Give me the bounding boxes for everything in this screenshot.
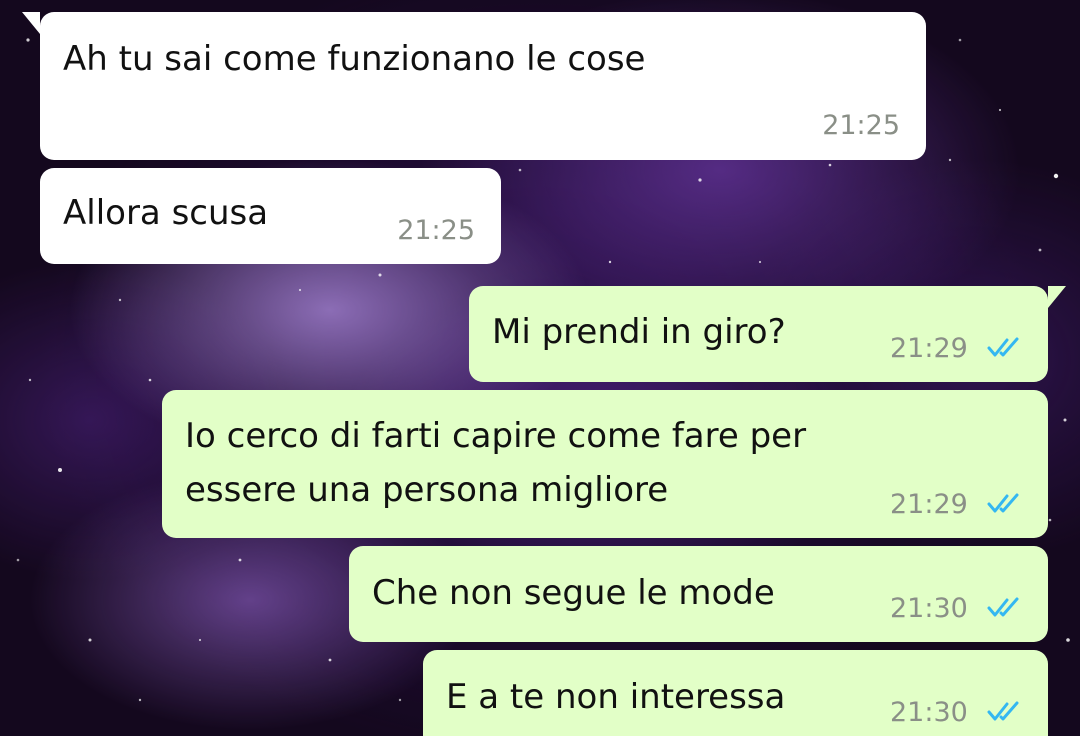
- message-bubble-outgoing[interactable]: Che non segue le mode 21:30: [349, 546, 1048, 642]
- message-text: E a te non interessa: [446, 677, 786, 717]
- message-bubble-incoming[interactable]: Allora scusa 21:25: [40, 168, 501, 264]
- message-bubble-outgoing[interactable]: E a te non interessa 21:30: [423, 650, 1048, 736]
- message-text: Mi prendi in giro?: [492, 312, 786, 352]
- message-timestamp: 21:29: [890, 333, 968, 364]
- message-text-line-1: Io cerco di farti capire come fare per: [185, 416, 807, 456]
- bubble-tail: [1048, 286, 1066, 308]
- double-check-read-icon: [987, 701, 1019, 721]
- message-text: Ah tu sai come funzionano le cose: [63, 39, 646, 79]
- message-timestamp: 21:29: [890, 489, 968, 520]
- message-text-line-2: essere una persona migliore: [185, 470, 669, 510]
- message-timestamp: 21:25: [397, 215, 475, 246]
- message-bubble-outgoing[interactable]: Mi prendi in giro? 21:29: [469, 286, 1066, 382]
- message-bubble-incoming[interactable]: Ah tu sai come funzionano le cose 21:25: [22, 12, 926, 160]
- message-timestamp: 21:25: [822, 110, 900, 141]
- message-timestamp: 21:30: [890, 593, 968, 624]
- double-check-read-icon: [987, 493, 1019, 513]
- message-text: Che non segue le mode: [372, 573, 775, 613]
- double-check-read-icon: [987, 597, 1019, 617]
- bubble-tail: [22, 12, 40, 34]
- message-timestamp: 21:30: [890, 697, 968, 728]
- message-text: Allora scusa: [63, 193, 269, 233]
- message-bubble-outgoing[interactable]: Io cerco di farti capire come fare per e…: [162, 390, 1048, 538]
- double-check-read-icon: [987, 337, 1019, 357]
